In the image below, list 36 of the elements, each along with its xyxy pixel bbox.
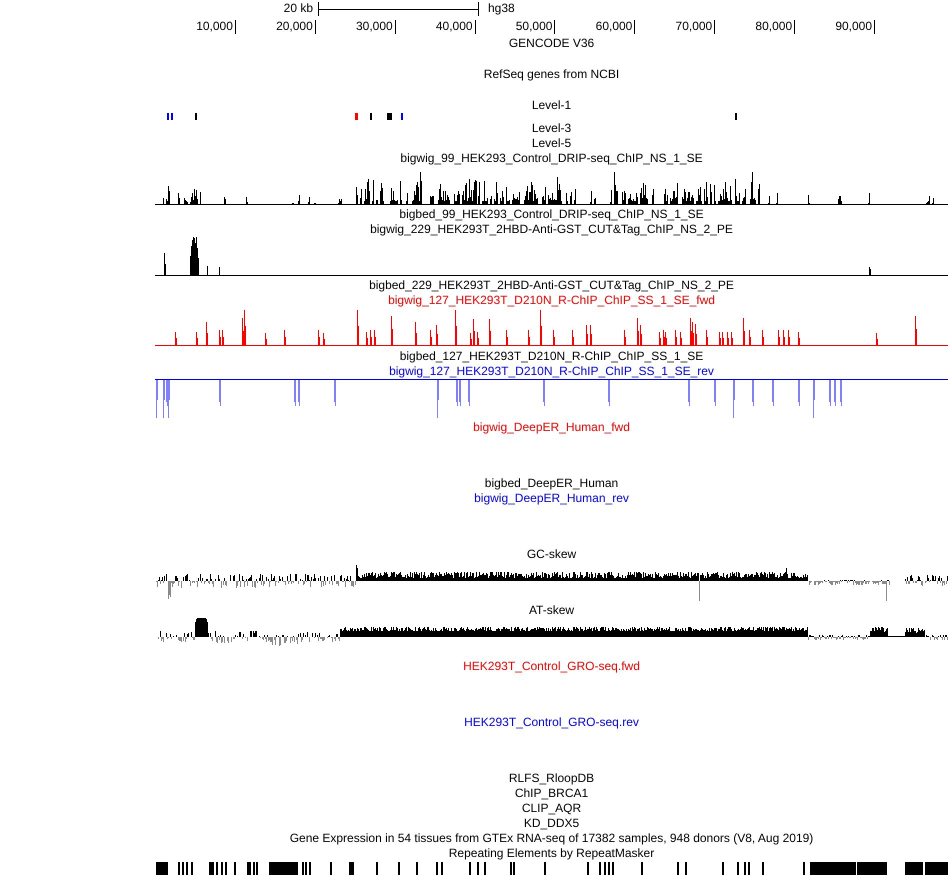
- track-title: CLIP_AQR: [522, 801, 582, 816]
- track-title: ChIP_BRCA1: [514, 786, 588, 801]
- track-title: HEK293T_Control_GRO-seq.fwd: [463, 659, 640, 674]
- ruler-position-label: 60,000: [596, 19, 632, 34]
- ruler-position-label: 20,000: [276, 19, 313, 34]
- track-title: bigwig_DeepER_Human_rev: [474, 491, 629, 506]
- track-title: bigwig_99_HEK293_Control_DRIP-seq_ChIP_NS_1_SE: [400, 151, 703, 166]
- track-title: HEK293T_Control_GRO-seq.rev: [464, 715, 639, 730]
- ruler-position-label: 90,000: [835, 19, 872, 34]
- track-title: AT-skew: [528, 603, 574, 618]
- track-title: Level-5: [532, 136, 572, 151]
- track-title: bigbed_99_HEK293_Control_DRIP-seq_ChIP_NS_1_SE: [399, 207, 704, 222]
- track-title: Gene Expression in 54 tissues from GTEx RNA-seq of 17382 samples, 948 donors (V8, Aug 2019): [290, 831, 814, 846]
- track-title: RefSeq genes from NCBI: [484, 67, 620, 82]
- ruler-position-label: 10,000: [196, 19, 233, 34]
- ruler-position-label: 70,000: [676, 19, 712, 34]
- assembly-label: hg38: [488, 1, 515, 16]
- track-title: bigbed_127_HEK293T_D210N_R-ChIP_ChIP_SS_1_SE: [400, 349, 704, 364]
- track-title: bigwig_DeepER_Human_fwd: [473, 420, 630, 435]
- ruler-position-label: 50,000: [516, 19, 552, 34]
- track-title: bigwig_127_HEK293T_D210N_R-ChIP_ChIP_SS_1_SE_fwd: [388, 293, 715, 308]
- track-title: RLFS_RloopDB: [508, 771, 594, 786]
- track-title: Level-1: [532, 98, 572, 113]
- track-title: bigbed_229_HEK293T_2HBD-Anti-GST_CUT&Tag_ChIP_NS_2_PE: [369, 278, 734, 293]
- scale-bar-label: 20 kb: [284, 1, 313, 16]
- track-title: bigwig_127_HEK293T_D210N_R-ChIP_ChIP_SS_1_SE_rev: [389, 364, 714, 379]
- track-title: GENCODE V36: [508, 36, 594, 51]
- ruler-position-label: 30,000: [356, 19, 393, 34]
- ruler-position-label: 80,000: [755, 19, 792, 34]
- ruler-position-label: 40,000: [436, 19, 473, 34]
- track-title: Repeating Elements by RepeatMasker: [448, 846, 654, 861]
- track-title: Level-3: [532, 121, 572, 136]
- track-title: GC-skew: [526, 547, 576, 562]
- track-title: KD_DDX5: [524, 816, 580, 831]
- track-title: bigwig_229_HEK293T_2HBD-Anti-GST_CUT&Tag_ChIP_NS_2_PE: [370, 222, 733, 237]
- track-title: bigbed_DeepER_Human: [484, 476, 618, 491]
